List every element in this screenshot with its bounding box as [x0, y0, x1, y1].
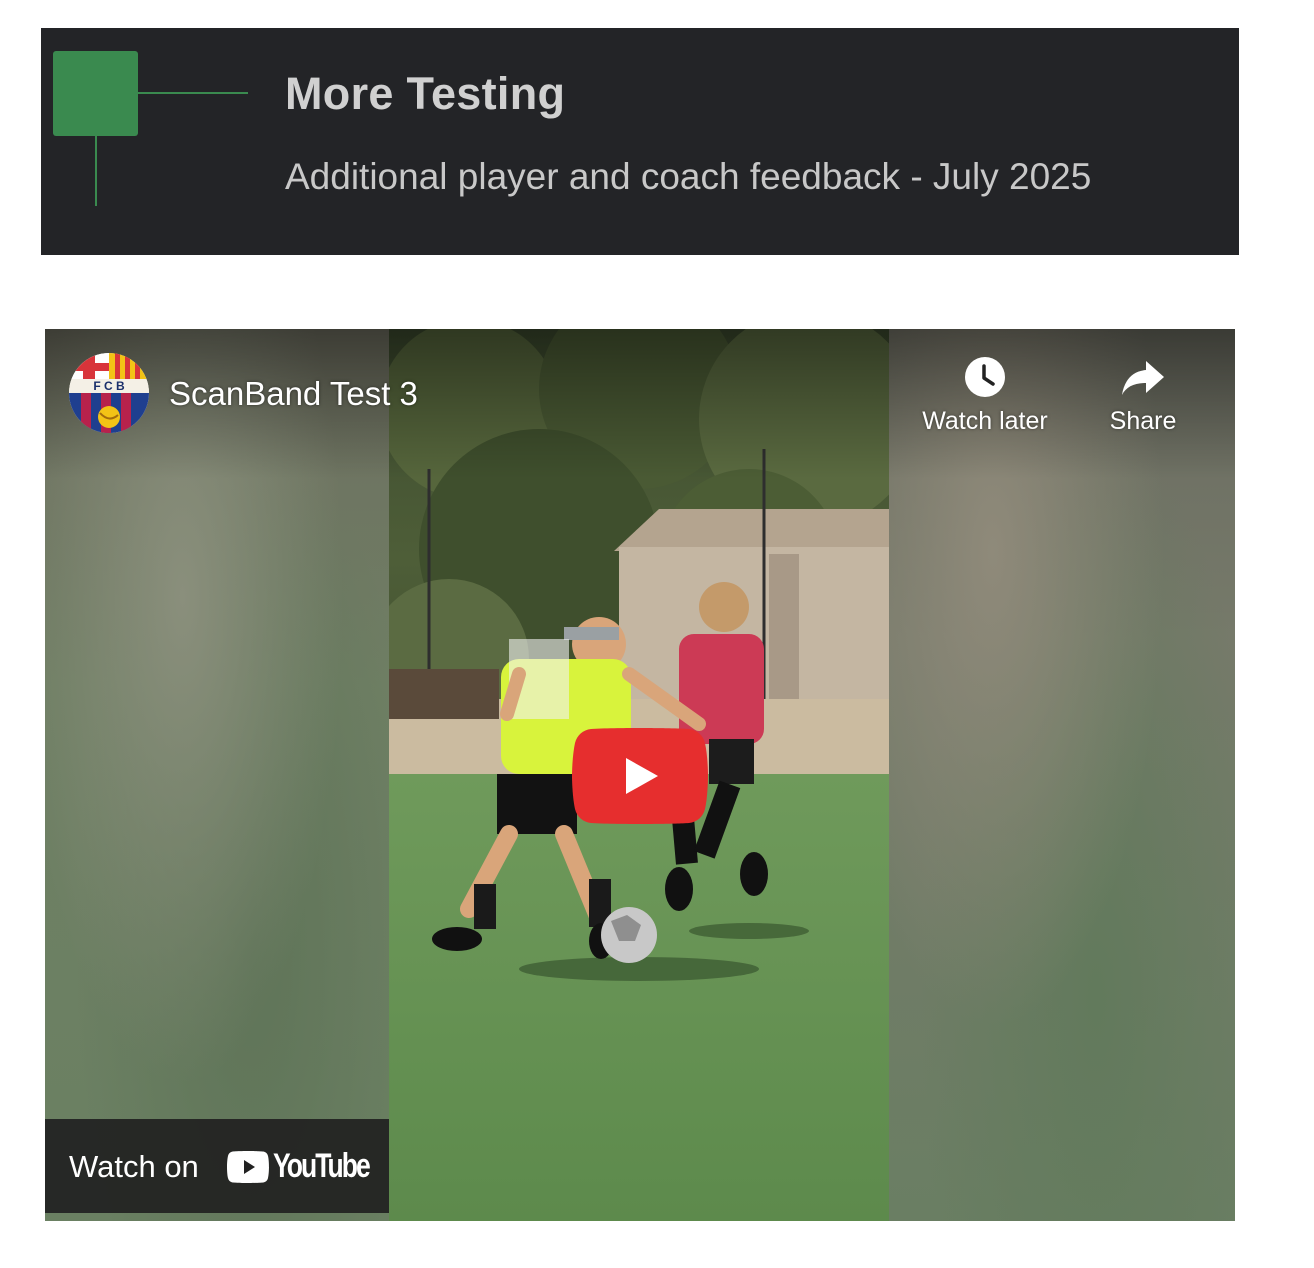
share-label: Share [1109, 407, 1177, 435]
share-button[interactable]: Share [1105, 355, 1181, 436]
youtube-embed[interactable]: F C B ScanBand Test 3 Watch later Share [45, 329, 1235, 1221]
watch-on-label: Watch on [69, 1149, 199, 1184]
clock-icon [913, 355, 1057, 399]
play-icon [572, 728, 708, 824]
timeline-subtitle: Additional player and coach feedback - J… [285, 156, 1092, 197]
channel-avatar[interactable]: F C B [69, 353, 149, 433]
share-arrow-icon [1105, 355, 1181, 399]
timeline-marker [53, 51, 138, 136]
youtube-wordmark: YouTube [273, 1147, 371, 1185]
timeline-title: More Testing [285, 68, 566, 119]
avatar-text: F C B [93, 379, 125, 393]
play-button[interactable] [572, 728, 708, 824]
watch-later-button[interactable]: Watch later [913, 355, 1057, 436]
watch-on-youtube-button[interactable]: Watch on YouTube [45, 1119, 389, 1213]
timeline-line [95, 136, 97, 206]
watch-later-label: Watch later [922, 407, 1048, 435]
video-title[interactable]: ScanBand Test 3 [169, 375, 418, 413]
youtube-logo-icon: YouTube [227, 1147, 371, 1185]
timeline-card: More Testing Additional player and coach… [41, 28, 1239, 255]
timeline-connector [138, 92, 248, 94]
